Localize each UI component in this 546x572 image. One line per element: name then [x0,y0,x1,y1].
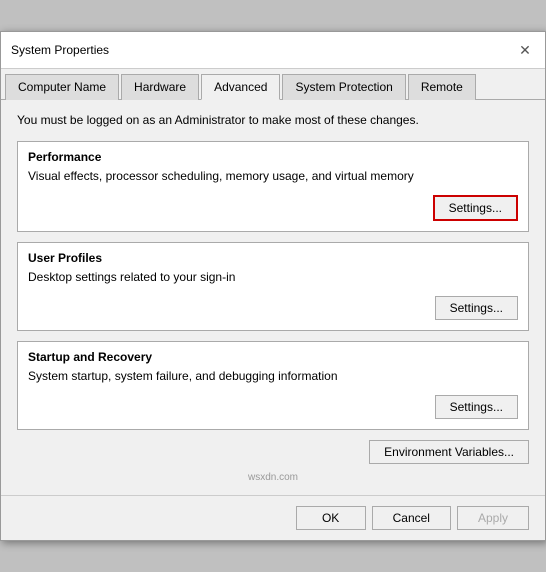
tab-content: You must be logged on as an Administrato… [1,100,545,494]
tab-remote[interactable]: Remote [408,74,476,100]
performance-label: Performance [28,150,518,164]
user-profiles-settings-button[interactable]: Settings... [435,296,518,320]
bottom-bar: OK Cancel Apply [1,495,545,540]
system-properties-window: System Properties ✕ Computer Name Hardwa… [0,31,546,540]
performance-desc: Visual effects, processor scheduling, me… [28,168,518,185]
tab-bar: Computer Name Hardware Advanced System P… [1,69,545,100]
startup-recovery-settings-button[interactable]: Settings... [435,395,518,419]
user-profiles-label: User Profiles [28,251,518,265]
startup-recovery-section: Startup and Recovery System startup, sys… [17,341,529,430]
performance-settings-button[interactable]: Settings... [433,195,518,221]
user-profiles-desc: Desktop settings related to your sign-in [28,269,518,286]
window-title: System Properties [11,43,109,57]
ok-button[interactable]: OK [296,506,366,530]
title-bar: System Properties ✕ [1,32,545,69]
env-variables-row: Environment Variables... [17,440,529,464]
tab-hardware[interactable]: Hardware [121,74,199,100]
startup-recovery-desc: System startup, system failure, and debu… [28,368,518,385]
tab-system-protection[interactable]: System Protection [282,74,405,100]
cancel-button[interactable]: Cancel [372,506,451,530]
startup-recovery-label: Startup and Recovery [28,350,518,364]
tab-computer-name[interactable]: Computer Name [5,74,119,100]
watermark: wsxdn.com [17,470,529,483]
close-button[interactable]: ✕ [515,40,535,60]
tab-advanced[interactable]: Advanced [201,74,280,100]
apply-button[interactable]: Apply [457,506,529,530]
admin-notice: You must be logged on as an Administrato… [17,112,529,129]
performance-section: Performance Visual effects, processor sc… [17,141,529,232]
user-profiles-section: User Profiles Desktop settings related t… [17,242,529,331]
environment-variables-button[interactable]: Environment Variables... [369,440,529,464]
